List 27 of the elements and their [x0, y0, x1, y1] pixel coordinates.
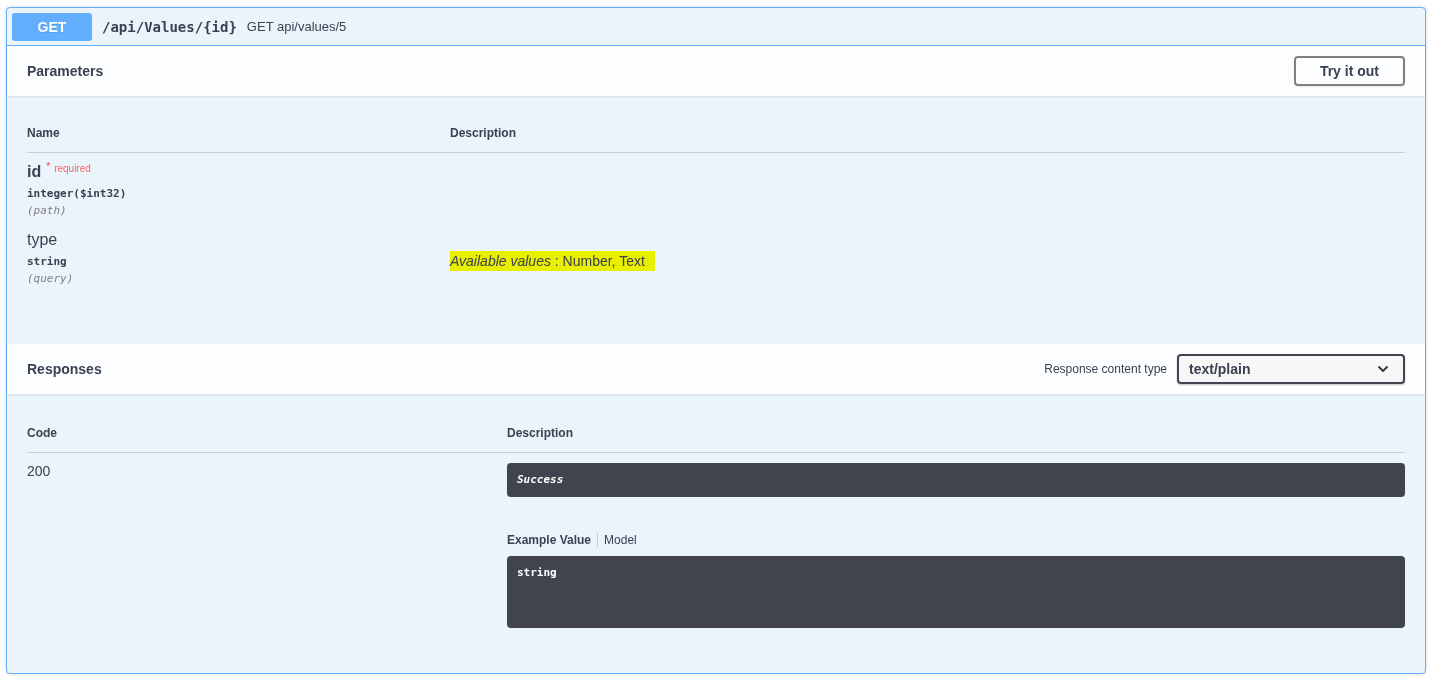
endpoint-summary: GET api/values/5: [246, 19, 347, 34]
parameter-location: (path): [27, 203, 68, 217]
parameter-name: id: [27, 163, 42, 181]
response-code: 200: [27, 463, 52, 481]
column-header: Description: [507, 426, 573, 440]
example-tab[interactable]: Model: [604, 533, 637, 547]
response-description: Success: [507, 463, 1405, 497]
parameter-type: string: [27, 254, 68, 268]
column-header: Description: [450, 126, 516, 140]
example-tab[interactable]: Example Value: [507, 533, 592, 547]
section-title: Parameters: [27, 63, 104, 79]
content-type-dropdown[interactable]: text/plain: [1177, 354, 1405, 384]
example-value-block: string: [507, 556, 1405, 628]
parameter-name: type: [27, 231, 58, 249]
column-header: Code: [27, 426, 58, 440]
column-header: Name: [27, 126, 61, 140]
content-type-label: Response content type: [1044, 362, 1167, 376]
parameter-type: integer($int32): [27, 186, 128, 200]
section-title: Responses: [27, 361, 102, 377]
parameter-location: (query): [27, 271, 75, 285]
chevron-down-icon: [1377, 365, 1389, 373]
parameter-description: Available values : Number, Text: [450, 251, 655, 271]
required-label: required: [54, 163, 91, 174]
required-mark: *: [46, 161, 51, 172]
method-badge: GET: [12, 12, 92, 41]
try-it-out-button[interactable]: Try it out: [1293, 56, 1405, 86]
endpoint-path: /api/Values/{id}: [102, 18, 237, 35]
